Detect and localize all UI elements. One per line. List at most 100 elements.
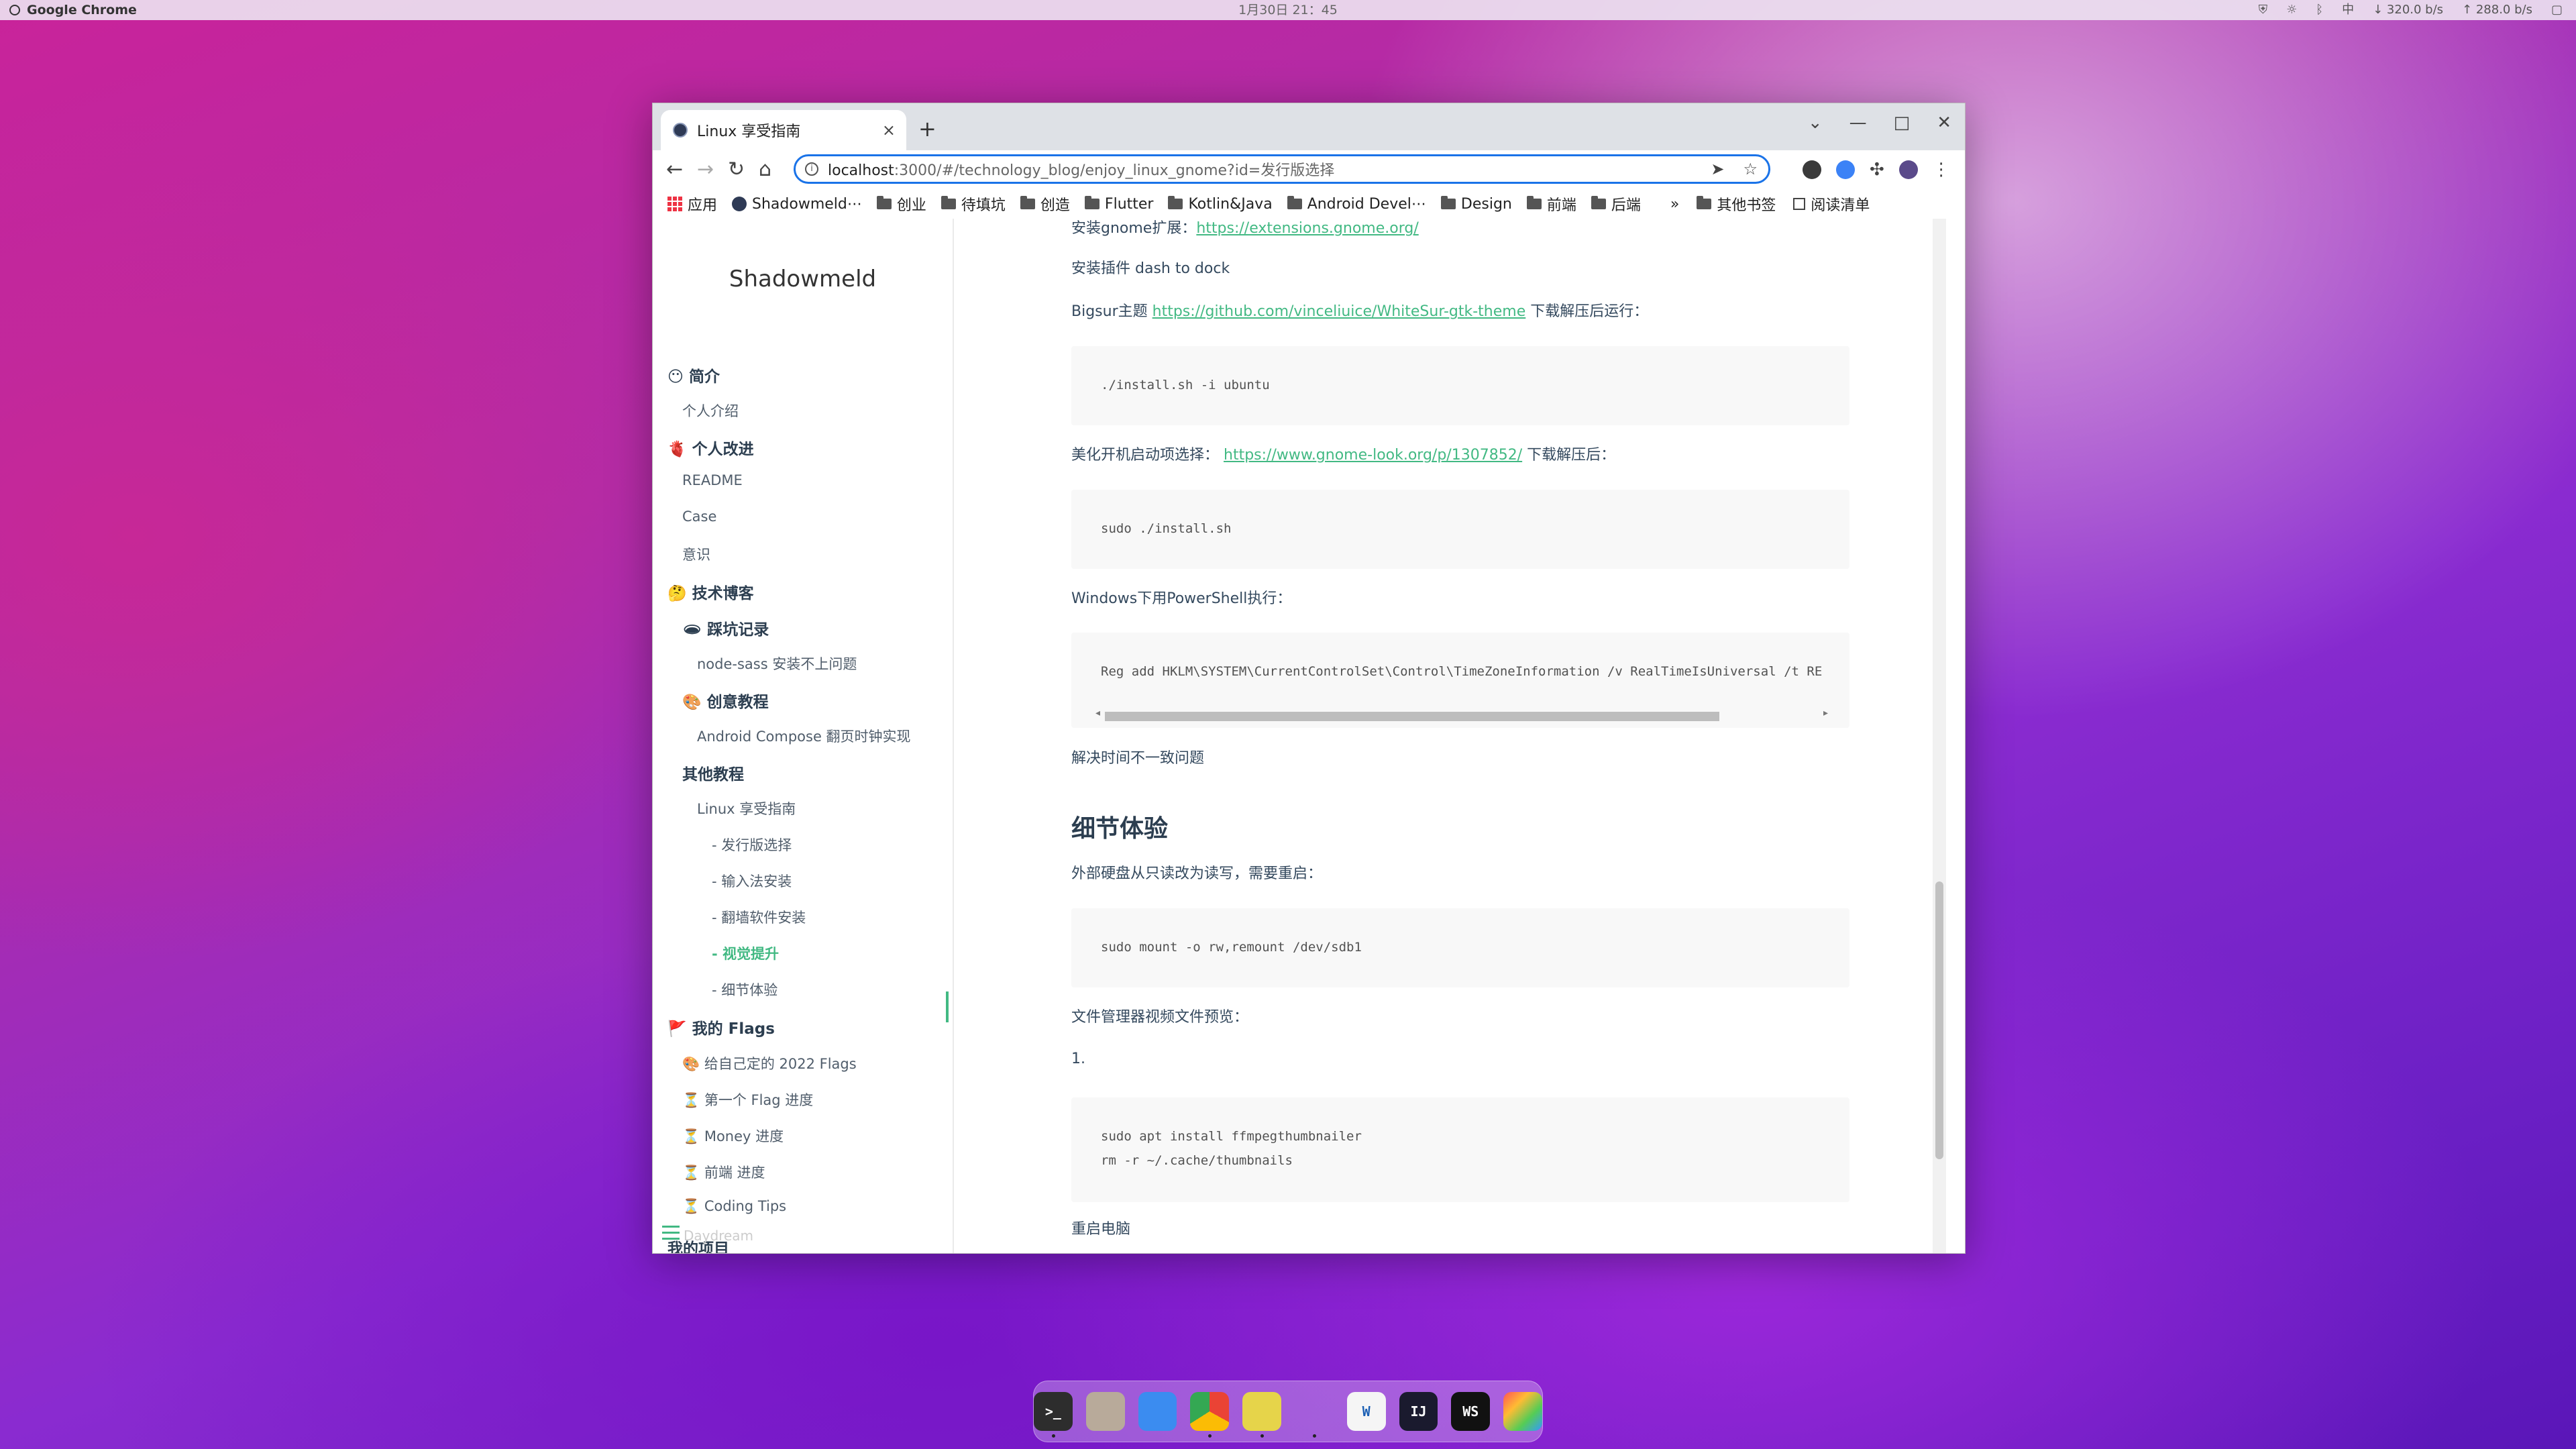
- link-extensions-gnome[interactable]: https://extensions.gnome.org/: [1196, 220, 1418, 237]
- bookmark-item[interactable]: Flutter: [1084, 196, 1153, 213]
- sidebar-section-heading[interactable]: 其他教程: [682, 761, 744, 784]
- scrollbar-thumb[interactable]: [1105, 712, 1719, 721]
- chrome-menu-icon[interactable]: ⋮: [1933, 160, 1950, 180]
- extensions-puzzle-icon[interactable]: ✣: [1870, 160, 1884, 180]
- bookmark-item[interactable]: Kotlin&Java: [1168, 195, 1273, 213]
- sidebar-item[interactable]: ⏳ Coding Tips: [682, 1198, 786, 1215]
- tab-search-icon[interactable]: ⌄: [1808, 113, 1823, 133]
- maximize-icon[interactable]: □: [1894, 113, 1911, 133]
- sidebar-item[interactable]: README: [682, 472, 743, 488]
- bookmark-item[interactable]: Shadowmeld⋯: [732, 196, 862, 213]
- faded-nav-item[interactable]: Daydream: [684, 1228, 753, 1244]
- bookmark-star-icon[interactable]: ☆: [1743, 160, 1758, 178]
- active-tab[interactable]: Linux 享受指南 ×: [661, 110, 906, 150]
- weather-icon[interactable]: ☼: [2286, 0, 2297, 20]
- sidebar-item[interactable]: node-sass 安装不上问题: [697, 653, 857, 674]
- scrollbar-thumb[interactable]: [1935, 881, 1943, 1159]
- app-grid-icon[interactable]: [1503, 1392, 1542, 1431]
- reading-list[interactable]: 阅读清单: [1793, 193, 1870, 215]
- link-whitesur-theme[interactable]: https://github.com/vinceliuice/WhiteSur-…: [1152, 303, 1526, 320]
- folder-icon: [1084, 196, 1099, 209]
- terminal-icon[interactable]: >_: [1034, 1392, 1073, 1438]
- close-window-icon[interactable]: ✕: [1937, 113, 1951, 133]
- dock-item-label: WS: [1462, 1403, 1479, 1419]
- sidebar-item[interactable]: 个人介绍: [682, 400, 739, 421]
- files-icon[interactable]: [1085, 1392, 1125, 1431]
- shield-icon[interactable]: ⛨: [2259, 0, 2268, 20]
- text: 下载解压后：: [1522, 447, 1616, 464]
- bookmark-item[interactable]: Design: [1440, 196, 1512, 213]
- sidebar-item[interactable]: ⏳ 前端 进度: [682, 1162, 765, 1182]
- bookmark-item[interactable]: 创造: [1020, 193, 1070, 215]
- forward-icon[interactable]: →: [697, 157, 714, 182]
- sidebar-section-heading[interactable]: 🕳 踩坑记录: [682, 616, 769, 639]
- sidebar-item[interactable]: - 输入法安装: [712, 871, 792, 891]
- site-title[interactable]: Shadowmeld: [653, 266, 953, 292]
- extension-check-icon[interactable]: [1836, 160, 1855, 179]
- active-app-name[interactable]: Google Chrome: [27, 0, 137, 20]
- code-block[interactable]: ./install.sh -i ubuntu: [1071, 346, 1849, 425]
- code-block[interactable]: sudo apt install ffmpegthumbnailer rm -r…: [1071, 1097, 1849, 1202]
- sidebar-item[interactable]: Case: [682, 508, 716, 525]
- bookmark-item[interactable]: 后端: [1591, 193, 1641, 215]
- scroll-left-icon[interactable]: ◂: [1095, 708, 1100, 718]
- address-bar[interactable]: i localhost:3000/#/technology_blog/enjoy…: [794, 154, 1770, 184]
- vscode-icon[interactable]: [1295, 1392, 1334, 1438]
- chrome-icon[interactable]: [1190, 1392, 1230, 1438]
- tray-icon[interactable]: ▢: [2551, 0, 2563, 20]
- bookmark-item[interactable]: 创业: [876, 193, 926, 215]
- back-icon[interactable]: ←: [666, 157, 683, 182]
- code-block-scrollable[interactable]: Reg add HKLM\SYSTEM\CurrentControlSet\Co…: [1071, 633, 1849, 728]
- sidebar-item[interactable]: - 翻墙软件安装: [712, 907, 806, 927]
- bluetooth-icon[interactable]: ᛒ: [2316, 0, 2323, 20]
- sidebar-item[interactable]: - 发行版选择: [712, 835, 792, 855]
- sidebar-item[interactable]: - 细节体验: [712, 979, 777, 1000]
- code-block[interactable]: sudo ./install.sh: [1071, 490, 1849, 569]
- intellij-icon[interactable]: IJ: [1399, 1392, 1438, 1431]
- vertical-scrollbar[interactable]: [1933, 219, 1946, 1253]
- sidebar-item[interactable]: - 视觉提升: [712, 943, 779, 963]
- bookmark-item[interactable]: 应用: [667, 193, 717, 215]
- sidebar-item[interactable]: 🎨 给自己定的 2022 Flags: [682, 1053, 857, 1073]
- other-bookmarks[interactable]: 其他书签: [1697, 193, 1776, 215]
- bookmark-item[interactable]: 待填坑: [941, 193, 1006, 215]
- code-block[interactable]: sudo mount -o rw,remount /dev/sdb1: [1071, 908, 1849, 987]
- reload-icon[interactable]: ↻: [728, 157, 745, 182]
- sidebar-section-heading[interactable]: 🤔 技术博客: [667, 580, 754, 603]
- site-info-icon[interactable]: i: [805, 162, 818, 176]
- apps-grid-icon: [667, 197, 682, 211]
- sidebar-toggle-icon[interactable]: [662, 1226, 680, 1244]
- leaf-app-icon[interactable]: [1242, 1392, 1281, 1438]
- profile-avatar[interactable]: [1898, 160, 1918, 179]
- minimize-icon[interactable]: —: [1849, 113, 1867, 133]
- horizontal-scrollbar[interactable]: ◂ ▸: [1095, 708, 1828, 721]
- sidebar-item[interactable]: 意识: [682, 544, 710, 564]
- site-favicon-icon: [732, 197, 747, 211]
- sidebar-item[interactable]: Android Compose 翻页时钟实现: [697, 726, 911, 746]
- ime-indicator[interactable]: 中: [2342, 0, 2354, 20]
- link-gnome-look[interactable]: https://www.gnome-look.org/p/1307852/: [1224, 447, 1522, 464]
- bookmarks-overflow-button[interactable]: »: [1670, 196, 1679, 213]
- new-tab-button[interactable]: +: [918, 115, 936, 142]
- sidebar-item[interactable]: ⏳ 第一个 Flag 进度: [682, 1089, 813, 1110]
- finder-cat-icon[interactable]: [1138, 1392, 1177, 1431]
- sidebar-item[interactable]: Linux 享受指南: [697, 798, 796, 818]
- sidebar-item[interactable]: ⏳ Money 进度: [682, 1126, 784, 1146]
- send-icon[interactable]: ➤: [1711, 160, 1724, 178]
- bookmark-label: Kotlin&Java: [1188, 195, 1273, 213]
- extension-globe-icon[interactable]: [1803, 160, 1821, 179]
- system-menu-icon[interactable]: [9, 5, 20, 15]
- sidebar-section-heading[interactable]: 🫀 个人改进: [667, 436, 754, 459]
- writer-icon[interactable]: W: [1346, 1392, 1386, 1431]
- scroll-right-icon[interactable]: ▸: [1823, 708, 1828, 718]
- webstorm-icon[interactable]: WS: [1451, 1392, 1491, 1431]
- clock[interactable]: 1月30日 21：45: [0, 0, 2576, 20]
- bookmark-item[interactable]: 前端: [1526, 193, 1576, 215]
- sidebar-section-heading[interactable]: 😶 简介: [667, 364, 720, 386]
- sidebar-section-heading[interactable]: 🚩 我的 Flags: [667, 1016, 775, 1038]
- sidebar-section-heading[interactable]: 🎨 创意教程: [682, 689, 769, 712]
- tab-close-icon[interactable]: ×: [882, 121, 896, 140]
- bookmark-item[interactable]: Android Devel⋯: [1287, 196, 1426, 213]
- url-text[interactable]: localhost:3000/#/technology_blog/enjoy_l…: [828, 158, 1711, 180]
- home-icon[interactable]: ⌂: [759, 157, 771, 182]
